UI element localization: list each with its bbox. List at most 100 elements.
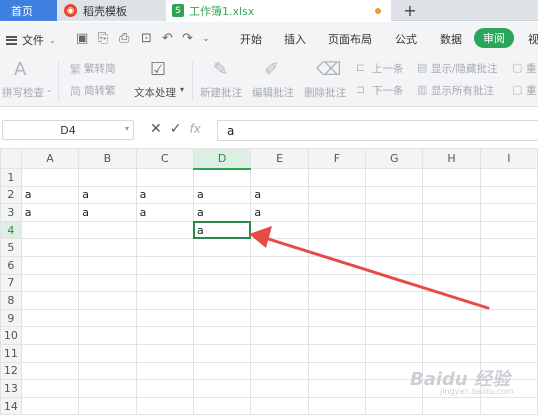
column-header-g[interactable]: G: [365, 148, 424, 169]
cell-g10[interactable]: [365, 326, 424, 345]
cell-c3[interactable]: a: [135, 203, 194, 222]
cell-a12[interactable]: [20, 361, 80, 381]
export-pdf-icon[interactable]: ⎘: [98, 31, 108, 46]
cell-d14[interactable]: [192, 396, 252, 415]
row-header-7[interactable]: 7: [0, 273, 22, 293]
spell-check-button[interactable]: 拼写检查: [2, 85, 44, 100]
simp-to-trad-button[interactable]: 简转繁: [84, 83, 116, 98]
cell-e12[interactable]: [250, 361, 309, 381]
cell-f12[interactable]: [307, 361, 367, 381]
column-header-h[interactable]: H: [422, 148, 481, 169]
cell-i5[interactable]: [479, 238, 538, 257]
column-header-b[interactable]: B: [78, 148, 137, 169]
cell-c1[interactable]: [135, 168, 194, 187]
insert-function-icon[interactable]: fx: [189, 122, 200, 136]
menu-home[interactable]: 开始: [240, 31, 262, 47]
row-header-8[interactable]: 8: [0, 291, 22, 310]
cell-h14[interactable]: [422, 396, 481, 415]
cell-c2[interactable]: a: [135, 185, 194, 205]
cell-e1[interactable]: [250, 168, 309, 187]
cell-a5[interactable]: [20, 238, 80, 257]
cell-f11[interactable]: [307, 343, 367, 363]
cell-a6[interactable]: [20, 255, 80, 275]
cell-d12[interactable]: [192, 361, 252, 381]
cell-g3[interactable]: [365, 203, 424, 222]
clipped-button-2[interactable]: 重: [526, 83, 537, 98]
cell-g5[interactable]: [365, 238, 424, 257]
cell-b7[interactable]: [78, 273, 137, 293]
cell-c9[interactable]: [135, 308, 194, 328]
clipped-button-1[interactable]: 重: [526, 61, 537, 76]
cell-b2[interactable]: a: [78, 185, 137, 205]
cell-b1[interactable]: [78, 168, 137, 187]
cell-e13[interactable]: [250, 379, 309, 398]
cell-g1[interactable]: [365, 168, 424, 187]
cell-d5[interactable]: [192, 238, 252, 257]
cell-e8[interactable]: [250, 291, 309, 310]
cell-a13[interactable]: [20, 379, 80, 398]
cell-h9[interactable]: [422, 308, 481, 328]
chevron-down-icon[interactable]: ⌄: [202, 34, 210, 44]
column-header-i[interactable]: I: [479, 148, 538, 169]
cell-e5[interactable]: [250, 238, 309, 257]
cell-e11[interactable]: [250, 343, 309, 363]
cell-e9[interactable]: [250, 308, 309, 328]
row-header-12[interactable]: 12: [0, 361, 22, 381]
tab-workbook[interactable]: S 工作簿1.xlsx: [166, 0, 391, 21]
cell-d10[interactable]: [192, 326, 252, 345]
file-menu[interactable]: 文件 ⌄: [6, 32, 56, 48]
cell-c5[interactable]: [135, 238, 194, 257]
cell-i4[interactable]: [479, 220, 538, 240]
show-hide-comment-button[interactable]: 显示/隐藏批注: [431, 61, 498, 76]
print-preview-icon[interactable]: ⊡: [141, 31, 152, 46]
menu-insert[interactable]: 插入: [284, 31, 306, 47]
cell-b9[interactable]: [78, 308, 137, 328]
cell-c8[interactable]: [135, 291, 194, 310]
cell-i11[interactable]: [479, 343, 538, 363]
trad-to-simp-button[interactable]: 繁转简: [84, 61, 116, 76]
cell-g9[interactable]: [365, 308, 424, 328]
cell-f2[interactable]: [307, 185, 367, 205]
cell-c12[interactable]: [135, 361, 194, 381]
column-header-d[interactable]: D: [192, 148, 252, 170]
previous-comment-button[interactable]: 上一条: [372, 61, 404, 76]
cell-h6[interactable]: [422, 255, 481, 275]
cell-b8[interactable]: [78, 291, 137, 310]
cell-d8[interactable]: [192, 291, 252, 310]
cell-b12[interactable]: [78, 361, 137, 381]
cell-d13[interactable]: [192, 379, 252, 398]
cell-a2[interactable]: a: [20, 185, 80, 205]
cell-a9[interactable]: [20, 308, 80, 328]
cell-f3[interactable]: [307, 203, 367, 222]
cell-e4[interactable]: [250, 220, 309, 240]
cell-c6[interactable]: [135, 255, 194, 275]
column-header-c[interactable]: C: [135, 148, 194, 169]
cell-c14[interactable]: [135, 396, 194, 415]
cell-b5[interactable]: [78, 238, 137, 257]
cell-d1[interactable]: [192, 168, 252, 187]
print-icon[interactable]: ⎙: [119, 31, 129, 46]
cell-h8[interactable]: [422, 291, 481, 310]
cell-h4[interactable]: [422, 220, 481, 240]
row-header-9[interactable]: 9: [0, 308, 22, 328]
cell-i9[interactable]: [479, 308, 538, 328]
cell-g6[interactable]: [365, 255, 424, 275]
cell-e3[interactable]: a: [250, 203, 309, 222]
new-tab-button[interactable]: +: [396, 0, 424, 21]
cell-e6[interactable]: [250, 255, 309, 275]
cell-f13[interactable]: [307, 379, 367, 398]
cell-a7[interactable]: [20, 273, 80, 293]
cell-i8[interactable]: [479, 291, 538, 310]
row-header-5[interactable]: 5: [0, 238, 22, 257]
undo-icon[interactable]: ↶: [162, 31, 173, 46]
cell-b13[interactable]: [78, 379, 137, 398]
cell-h7[interactable]: [422, 273, 481, 293]
row-header-4[interactable]: 4: [0, 220, 22, 240]
chevron-down-icon[interactable]: ▾: [125, 124, 129, 133]
cell-h10[interactable]: [422, 326, 481, 345]
cell-g7[interactable]: [365, 273, 424, 293]
cancel-icon[interactable]: ✕: [150, 121, 162, 137]
cell-f14[interactable]: [307, 396, 367, 415]
cell-d2[interactable]: a: [192, 185, 252, 205]
cell-d4[interactable]: a: [192, 220, 252, 240]
